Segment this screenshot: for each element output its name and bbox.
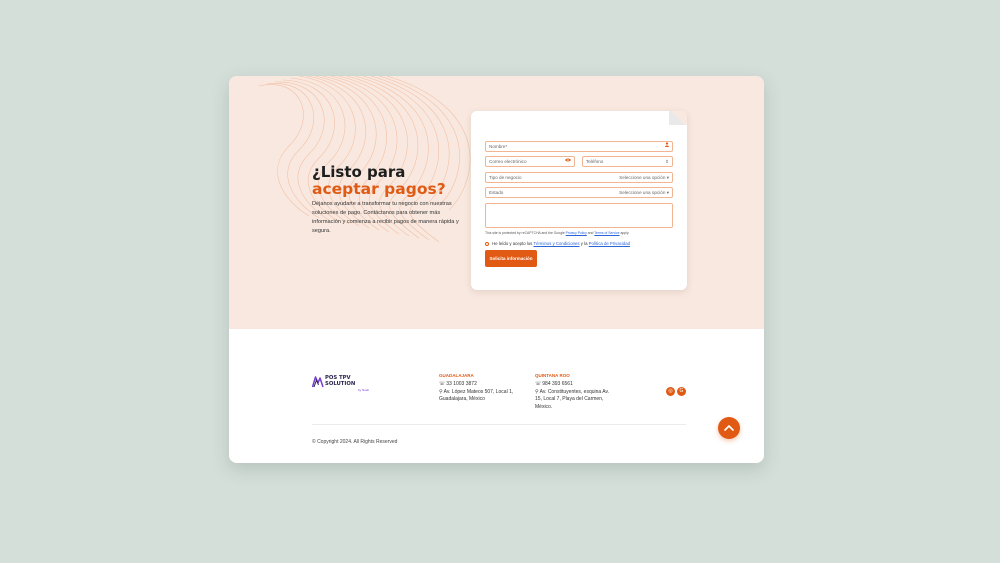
logo-subtitle: by Nueb [358, 388, 370, 392]
phone-input[interactable]: Teléfono ⇕ [582, 156, 673, 167]
quintana-roo-address-3: México. [535, 404, 553, 411]
contact-form-card: Nombre* Correo electrónico Teléfono ⇕ Ti… [471, 111, 687, 290]
recaptcha-notice: This site is protected by reCAPTCHA and … [485, 231, 685, 235]
location-pin-icon: ⚲ [439, 388, 443, 395]
chevron-down-icon: ▾ [666, 190, 669, 195]
back-to-top-button[interactable] [718, 417, 740, 439]
phone-icon: ☏ [439, 380, 446, 387]
contact-hero-section: ¿Listo para aceptar pagos? Déjanos ayuda… [229, 76, 764, 329]
headline-line-1: ¿Listo para [312, 163, 406, 181]
brand-logo[interactable]: POS TPV SOLUTION by Nueb [312, 374, 372, 394]
guadalajara-address-2: Guadalajara, México [439, 396, 485, 403]
business-type-selected: Seleccione una opción [619, 175, 666, 180]
state-select[interactable]: Estado Seleccione una opción ▾ [485, 187, 673, 198]
recaptcha-and: and [587, 231, 594, 235]
accept-terms-row: He leído y acepto los Términos y Condici… [485, 241, 630, 246]
name-input-placeholder: Nombre* [489, 144, 508, 149]
guadalajara-address-1: Av. López Mateos 507, Local 1, [443, 388, 514, 395]
email-input[interactable]: Correo electrónico [485, 156, 575, 167]
user-icon [665, 142, 669, 151]
card-folded-corner [669, 111, 687, 125]
quintana-roo-address-1: Av. Constituyentes, esquina Av. [539, 388, 610, 395]
phone-input-placeholder: Teléfono [586, 159, 604, 164]
logo-wordmark: POS TPV SOLUTION [325, 375, 356, 387]
quintana-roo-title: QUINTANA ROO [535, 373, 570, 378]
recaptcha-suffix: apply. [620, 231, 630, 235]
phone-spinner-icon: ⇕ [665, 159, 669, 164]
quintana-roo-address-2: 15, Local 7, Playa del Carmen, [535, 396, 604, 403]
submit-button[interactable]: Solicita información [485, 250, 537, 267]
state-label: Estado [489, 190, 504, 195]
message-textarea[interactable] [485, 203, 673, 228]
logo-mark-icon [312, 376, 324, 388]
state-selected: Seleccione una opción [619, 190, 666, 195]
business-type-select[interactable]: Tipo de negocio Seleccione una opción ▾ [485, 172, 673, 183]
phone-icon: ☏ [535, 380, 542, 387]
guadalajara-contact: GUADALAJARA ☏33 1003 3872 ⚲Av. López Mat… [439, 373, 513, 404]
footer-divider [312, 424, 686, 425]
guadalajara-title: GUADALAJARA [439, 373, 474, 378]
headline-line-2-accent: aceptar pagos? [312, 180, 446, 199]
business-type-label: Tipo de negocio [489, 175, 522, 180]
browser-window: ¿Listo para aceptar pagos? Déjanos ayuda… [229, 76, 764, 463]
quintana-roo-phone[interactable]: 984 393 6561 [542, 381, 573, 387]
location-pin-icon: ⚲ [535, 388, 539, 395]
privacy-policy-link[interactable]: Privacy Policy [566, 231, 587, 235]
hero-headline: ¿Listo para aceptar pagos? [312, 163, 446, 199]
chevron-up-icon [724, 425, 734, 431]
email-input-placeholder: Correo electrónico [489, 159, 527, 164]
guadalajara-phone[interactable]: 33 1003 3872 [446, 381, 477, 387]
eye-icon [565, 157, 571, 166]
accept-and: y la [580, 241, 588, 246]
recaptcha-prefix: This site is protected by reCAPTCHA and … [485, 231, 565, 235]
terms-of-service-link[interactable]: Terms of Service [594, 231, 619, 235]
hero-description: Déjanos ayudarte a transformar tu negoci… [312, 201, 459, 234]
logo-line-2: SOLUTION [325, 380, 356, 387]
accept-terms-checkbox[interactable] [485, 241, 489, 246]
accept-prefix: He leído y acepto los [492, 241, 533, 246]
privacy-notice-link[interactable]: Política de Privacidad [589, 241, 630, 246]
quintana-roo-contact: QUINTANA ROO ☏984 393 6561 ⚲Av. Constitu… [535, 373, 609, 412]
google-icon[interactable]: G [677, 387, 686, 396]
site-footer: POS TPV SOLUTION by Nueb GUADALAJARA ☏33… [229, 329, 764, 463]
name-input[interactable]: Nombre* [485, 141, 673, 152]
instagram-icon[interactable]: ◎ [666, 387, 675, 396]
chevron-down-icon: ▾ [666, 175, 669, 180]
terms-and-conditions-link[interactable]: Términos y Condiciones [533, 241, 579, 246]
copyright-text: © Copyright 2024. All Rights Reserved [312, 439, 398, 445]
